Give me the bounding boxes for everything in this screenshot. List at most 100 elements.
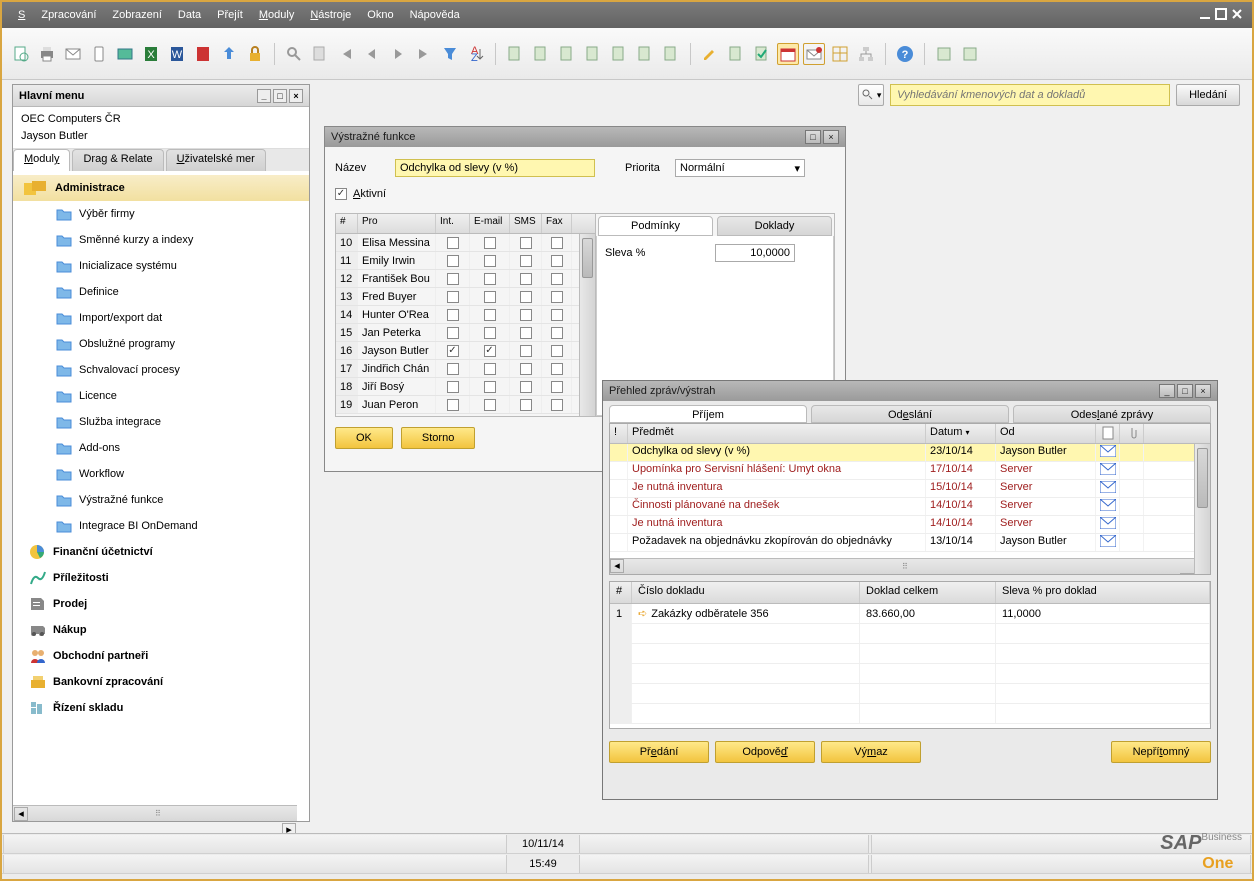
dcol-num[interactable]: # (610, 582, 632, 603)
tab-prijem[interactable]: Příjem (609, 405, 807, 423)
col-pro[interactable]: Pro (358, 214, 436, 233)
tree-item-8[interactable]: Služba integrace (13, 409, 309, 435)
email-checkbox[interactable] (484, 399, 496, 411)
preview-icon[interactable] (10, 43, 32, 65)
ok-button[interactable]: OK (335, 427, 393, 449)
col-fax[interactable]: Fax (542, 214, 572, 233)
fax-checkbox[interactable] (551, 363, 563, 375)
sms-checkbox[interactable] (520, 291, 532, 303)
alert-title[interactable]: Výstražné funkce □× (325, 127, 845, 147)
col-attach-icon[interactable] (1120, 424, 1144, 443)
tree-module-1[interactable]: Příležitosti (13, 565, 309, 591)
reply-button[interactable]: Odpověď (715, 741, 815, 763)
tree-item-11[interactable]: Výstražné funkce (13, 487, 309, 513)
fax-checkbox[interactable] (551, 381, 563, 393)
fax-checkbox[interactable] (551, 345, 563, 357)
delete-button[interactable]: Výmaz (821, 741, 921, 763)
hierarchy-icon[interactable] (855, 43, 877, 65)
email-checkbox[interactable] (484, 237, 496, 249)
close-icon[interactable] (1230, 7, 1244, 24)
col-sms[interactable]: SMS (510, 214, 542, 233)
print-icon[interactable] (36, 43, 58, 65)
menu-prejit[interactable]: Přejít (209, 5, 251, 25)
excel-icon[interactable]: X (140, 43, 162, 65)
int-checkbox[interactable] (447, 309, 459, 321)
link-arrow-icon[interactable]: ➪ (638, 607, 647, 620)
msg-hscroll[interactable]: ◂▸⠿ (610, 558, 1194, 574)
alert-row[interactable]: 17Jindřich Chán (336, 360, 595, 378)
fax-checkbox[interactable] (551, 291, 563, 303)
sms-checkbox[interactable] (520, 363, 532, 375)
alert-row[interactable]: 18Jiří Bosý (336, 378, 595, 396)
int-checkbox[interactable] (447, 363, 459, 375)
search-button[interactable]: Hledání (1176, 84, 1240, 106)
col-from[interactable]: Od (996, 424, 1096, 443)
tab-odeslani[interactable]: Odeslání (811, 405, 1009, 423)
last-icon[interactable] (413, 43, 435, 65)
int-checkbox[interactable] (447, 237, 459, 249)
msg-max-icon[interactable]: □ (1177, 384, 1193, 398)
msg-row[interactable]: Upomínka pro Servisní hlášení: Umyt okna… (610, 462, 1210, 480)
tab-odeslane[interactable]: Odeslané zprávy (1013, 405, 1211, 423)
cond-value-input[interactable] (715, 244, 795, 262)
menu-zobrazeni[interactable]: Zobrazení (104, 5, 170, 25)
alert-row[interactable]: 12František Bou (336, 270, 595, 288)
sort-icon[interactable]: AZ (465, 43, 487, 65)
tree-module-4[interactable]: Obchodní partneři (13, 643, 309, 669)
int-checkbox[interactable] (447, 345, 459, 357)
col-date[interactable]: Datum ▾ (926, 424, 996, 443)
fax-checkbox[interactable] (551, 327, 563, 339)
extra2-icon[interactable] (959, 43, 981, 65)
msg-row[interactable]: Je nutná inventura14/10/14Server (610, 516, 1210, 534)
tree-item-4[interactable]: Import/export dat (13, 305, 309, 331)
tree-item-7[interactable]: Licence (13, 383, 309, 409)
prev-icon[interactable] (361, 43, 383, 65)
alert-row[interactable]: 10Elisa Messina (336, 234, 595, 252)
menu-zpracovani[interactable]: Zpracování (33, 5, 104, 25)
tree-item-10[interactable]: Workflow (13, 461, 309, 487)
maximize-icon[interactable] (1214, 7, 1228, 24)
doc6-icon[interactable] (634, 43, 656, 65)
tree-item-3[interactable]: Definice (13, 279, 309, 305)
menu-nastroje[interactable]: Nástroje (302, 5, 359, 25)
alert-row[interactable]: 19Juan Peron (336, 396, 595, 414)
search-dropdown[interactable]: ▾ (858, 84, 884, 106)
int-checkbox[interactable] (447, 273, 459, 285)
tab-doklady[interactable]: Doklady (717, 216, 832, 236)
attach-icon[interactable] (725, 43, 747, 65)
fax-icon[interactable] (114, 43, 136, 65)
fax-checkbox[interactable] (551, 255, 563, 267)
alert-row[interactable]: 16Jayson Butler (336, 342, 595, 360)
email-checkbox[interactable] (484, 363, 496, 375)
tree-module-3[interactable]: Nákup (13, 617, 309, 643)
panel-close-icon[interactable]: × (289, 89, 303, 103)
dcol-total[interactable]: Doklad celkem (860, 582, 996, 603)
msg-row[interactable]: Požadavek na objednávku zkopírován do ob… (610, 534, 1210, 552)
int-checkbox[interactable] (447, 399, 459, 411)
email-checkbox[interactable] (484, 381, 496, 393)
help-icon[interactable]: ? (894, 43, 916, 65)
tree-item-0[interactable]: Výběr firmy (13, 201, 309, 227)
edit-icon[interactable] (699, 43, 721, 65)
msg-row[interactable]: Činnosti plánované na dnešek14/10/14Serv… (610, 498, 1210, 516)
int-checkbox[interactable] (447, 255, 459, 267)
sms-checkbox[interactable] (520, 399, 532, 411)
doc3-icon[interactable] (556, 43, 578, 65)
menu-okno[interactable]: Okno (359, 5, 401, 25)
absent-button[interactable]: Nepřítomný (1111, 741, 1211, 763)
sms-checkbox[interactable] (520, 345, 532, 357)
fax-checkbox[interactable] (551, 237, 563, 249)
word-icon[interactable]: W (166, 43, 188, 65)
dcol-docno[interactable]: Číslo dokladu (632, 582, 860, 603)
msg-row[interactable]: Odchylka od slevy (v %)23/10/14Jayson Bu… (610, 444, 1210, 462)
sms-checkbox[interactable] (520, 327, 532, 339)
fax-checkbox[interactable] (551, 309, 563, 321)
doc-row[interactable]: 1➪Zakázky odběratele 35683.660,0011,0000 (610, 604, 1210, 624)
email-checkbox[interactable] (484, 327, 496, 339)
cancel-button[interactable]: Storno (401, 427, 475, 449)
extra1-icon[interactable] (933, 43, 955, 65)
menu-moduly[interactable]: Moduly (251, 5, 302, 25)
email-checkbox[interactable] (484, 273, 496, 285)
priority-select[interactable]: Normální (675, 159, 805, 177)
tab-moduly[interactable]: Moduly (13, 149, 70, 171)
